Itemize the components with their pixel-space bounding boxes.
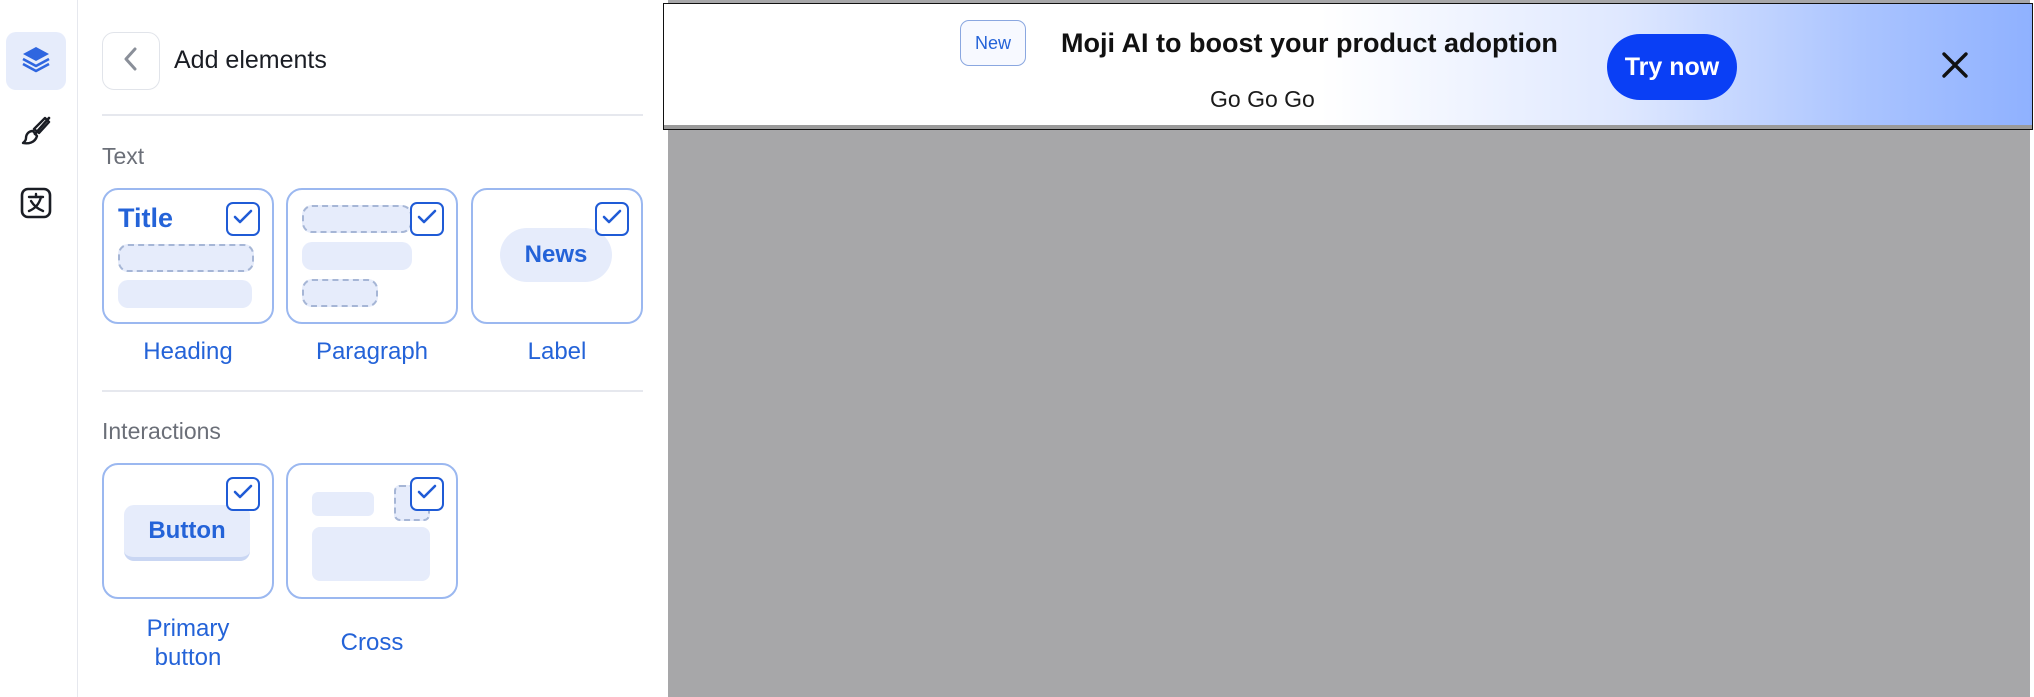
- section-label-text: Text: [102, 143, 145, 169]
- rail-item-translate[interactable]: [6, 176, 66, 234]
- checkbox-checked[interactable]: [226, 477, 260, 511]
- card-caption-paragraph: Paragraph: [315, 338, 429, 365]
- layers-icon: [20, 43, 52, 80]
- placeholder-line: [302, 205, 412, 233]
- placeholder-line: [302, 242, 412, 270]
- checkbox-checked[interactable]: [226, 202, 260, 236]
- placeholder-line: [118, 244, 254, 272]
- panel-title: Add elements: [174, 46, 327, 74]
- card-caption-cross: Cross: [340, 629, 404, 656]
- banner-headline: Moji AI to boost your product adoption: [1061, 28, 1558, 58]
- chevron-left-icon: [120, 46, 142, 77]
- element-card-cross[interactable]: [286, 463, 458, 599]
- button-preview: Button: [124, 505, 250, 561]
- element-card-paragraph[interactable]: [286, 188, 458, 324]
- new-badge: New: [960, 20, 1026, 66]
- card-caption-primary-button: Primary button: [102, 614, 274, 672]
- banner-subtext: Go Go Go: [1210, 86, 1315, 112]
- back-button[interactable]: [102, 32, 160, 90]
- close-icon: [1940, 50, 1970, 85]
- divider: [102, 390, 643, 392]
- placeholder-line: [312, 492, 374, 516]
- placeholder-line: [118, 280, 252, 308]
- brush-icon: [19, 114, 53, 153]
- rail-item-style[interactable]: [6, 104, 66, 162]
- caption-line: Primary: [146, 615, 230, 642]
- elements-panel: Add elements Text Title Heading Paragrap…: [78, 0, 668, 697]
- caption-line: button: [154, 644, 222, 671]
- placeholder-line: [302, 279, 378, 307]
- element-card-label[interactable]: News: [471, 188, 643, 324]
- check-icon: [233, 484, 253, 505]
- announcement-banner: New Moji AI to boost your product adopti…: [663, 3, 2033, 130]
- checkbox-checked[interactable]: [410, 202, 444, 236]
- label-preview-pill: News: [500, 228, 612, 282]
- divider: [102, 114, 643, 116]
- banner-close-button[interactable]: [1936, 48, 1974, 86]
- check-icon: [602, 209, 622, 230]
- icon-rail: [0, 0, 78, 697]
- element-card-heading[interactable]: Title: [102, 188, 274, 324]
- section-label-interactions: Interactions: [102, 418, 221, 444]
- placeholder-block: [312, 527, 430, 581]
- app-root: Add elements Text Title Heading Paragrap…: [0, 0, 2034, 697]
- card-caption-label: Label: [527, 338, 587, 365]
- translate-icon: [19, 186, 53, 225]
- check-icon: [233, 209, 253, 230]
- rail-item-layers[interactable]: [6, 32, 66, 90]
- card-caption-heading: Heading: [143, 338, 233, 365]
- banner-bottom-edge: [664, 125, 2032, 129]
- check-icon: [417, 209, 437, 230]
- try-now-button[interactable]: Try now: [1607, 34, 1737, 100]
- checkbox-checked[interactable]: [410, 477, 444, 511]
- checkbox-checked[interactable]: [595, 202, 629, 236]
- check-icon: [417, 484, 437, 505]
- heading-preview-title: Title: [118, 203, 174, 233]
- element-card-primary-button[interactable]: Button: [102, 463, 274, 599]
